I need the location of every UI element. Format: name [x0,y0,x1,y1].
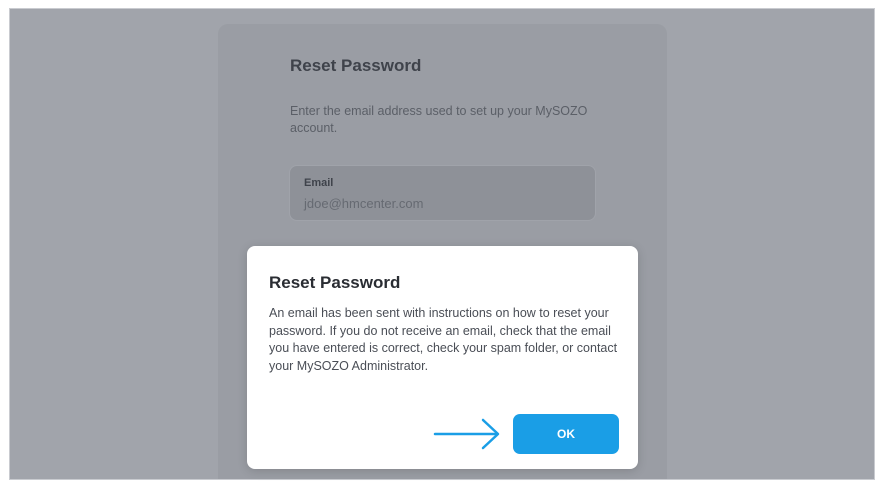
email-input-value[interactable]: jdoe@hmcenter.com [304,196,423,211]
email-label: Email [304,177,334,189]
screenshot-frame: Reset Password Enter the email address u… [0,0,884,487]
dialog-message: An email has been sent with instructions… [269,306,618,373]
ok-button[interactable]: OK [513,414,619,454]
email-field[interactable]: Email jdoe@hmcenter.com [289,165,596,221]
dialog-title: Reset Password [269,273,401,292]
card-title: Reset Password [290,56,422,75]
reset-password-dialog: Reset Password An email has been sent wi… [247,246,638,469]
card-description: Enter the email address used to set up y… [290,104,588,135]
arrow-right-icon [433,418,500,450]
